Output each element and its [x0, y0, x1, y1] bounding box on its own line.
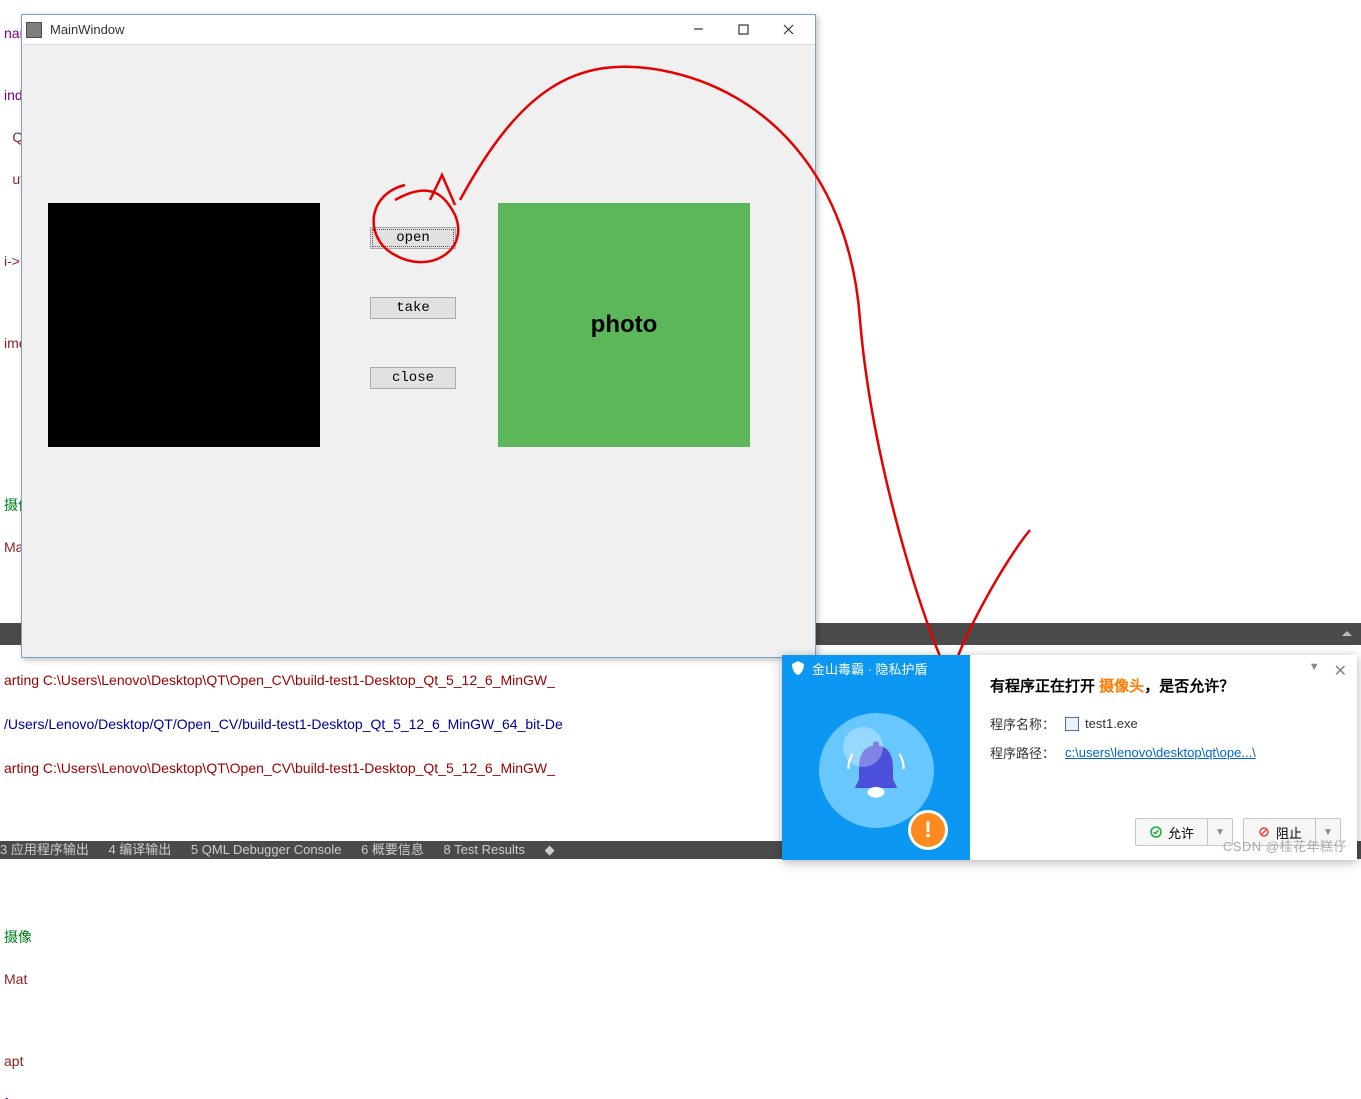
av-title: 金山毒霸 · 隐私护盾	[782, 655, 970, 681]
check-icon	[1149, 825, 1163, 839]
camera-view	[48, 203, 320, 447]
window-title: MainWindow	[50, 22, 676, 37]
exe-icon	[1065, 717, 1079, 731]
av-program-path-row: 程序路径： c:\users\lenovo\desktop\qt\ope...\	[990, 743, 1337, 762]
tab-chevron-icon[interactable]: ◆	[545, 841, 555, 859]
minimize-button[interactable]	[676, 15, 721, 44]
tab-summary[interactable]: 6 概要信息	[361, 841, 424, 859]
close-camera-button[interactable]: close	[370, 367, 456, 389]
maximize-button[interactable]	[721, 15, 766, 44]
take-button[interactable]: take	[370, 297, 456, 319]
close-button[interactable]	[766, 15, 811, 44]
tab-app-output[interactable]: 3 应用程序输出	[0, 841, 89, 859]
warning-badge-icon: !	[908, 810, 948, 850]
expand-icon[interactable]	[1333, 623, 1361, 645]
qt-main-window: MainWindow open take close photo	[21, 14, 816, 658]
tab-qml[interactable]: 5 QML Debugger Console	[191, 841, 342, 859]
tab-compile[interactable]: 4 编译输出	[108, 841, 171, 859]
av-close-icon[interactable]: ✕	[1334, 661, 1347, 681]
window-titlebar[interactable]: MainWindow	[22, 15, 815, 45]
allow-button[interactable]: 允许 ▼	[1135, 818, 1233, 846]
photo-panel: photo	[498, 203, 750, 447]
av-right-panel: ▼ ✕ 有程序正在打开 摄像头，是否允许？ 程序名称： test1.exe 程序…	[970, 655, 1357, 860]
tab-test[interactable]: 8 Test Results	[444, 841, 525, 859]
av-program-name-row: 程序名称： test1.exe	[990, 714, 1337, 733]
photo-label: photo	[591, 311, 658, 339]
av-menu-icon[interactable]: ▼	[1309, 661, 1320, 681]
open-button[interactable]: open	[370, 227, 456, 249]
antivirus-popup: 金山毒霸 · 隐私护盾 ! ▼ ✕ 有程序正在打开 摄像头，是否允许？	[782, 655, 1357, 860]
av-program-path-link[interactable]: c:\users\lenovo\desktop\qt\ope...\	[1065, 745, 1256, 760]
av-bell-graphic: !	[782, 681, 970, 860]
watermark: CSDN @桂花年糕仔	[1223, 836, 1347, 855]
av-message: 有程序正在打开 摄像头，是否允许？	[990, 675, 1337, 696]
av-program-name: test1.exe	[1085, 716, 1138, 731]
app-icon	[26, 22, 42, 38]
av-left-panel: 金山毒霸 · 隐私护盾 !	[782, 655, 970, 860]
